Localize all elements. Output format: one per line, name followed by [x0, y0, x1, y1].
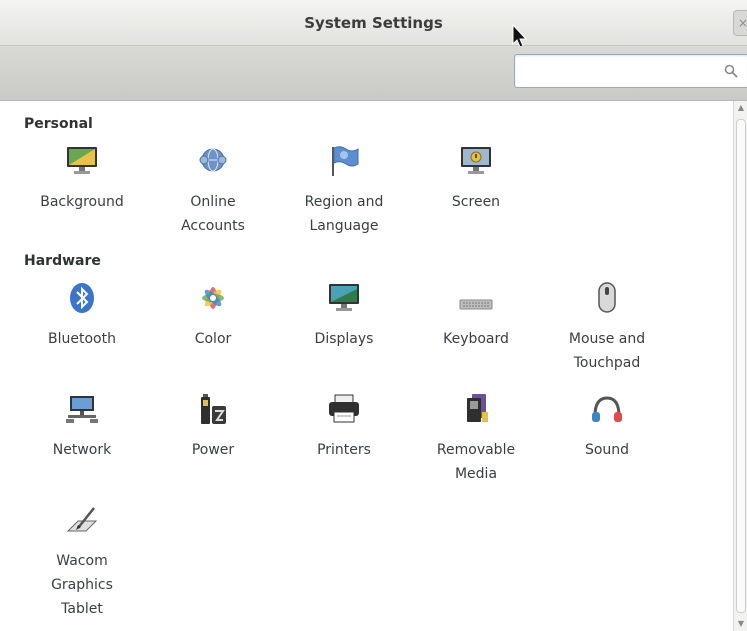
item-label: Displays — [314, 331, 374, 347]
settings-item-mouse-touchpad[interactable]: Mouse and Touchpad — [542, 281, 672, 375]
keyboard-icon — [459, 299, 493, 310]
region-language-icon — [332, 146, 359, 176]
close-button[interactable]: × — [733, 10, 747, 36]
sound-icon — [592, 396, 622, 422]
section-title-hardware: Hardware — [24, 253, 101, 269]
settings-item-removable-media[interactable]: Removable Media — [411, 392, 541, 486]
scroll-up-icon[interactable]: ▲ — [736, 103, 746, 113]
item-label: Power — [191, 442, 235, 458]
settings-item-printers[interactable]: Printers — [279, 392, 409, 462]
network-icon — [66, 396, 98, 423]
wacom-tablet-icon — [66, 507, 98, 532]
settings-item-network[interactable]: Network — [17, 392, 147, 462]
settings-item-color[interactable]: Color — [148, 281, 278, 351]
settings-panel: Personal Background Online Accounts Regi… — [0, 101, 733, 631]
scroll-down-icon[interactable]: ▼ — [736, 619, 746, 629]
settings-item-displays[interactable]: Displays — [279, 281, 409, 351]
scroll-thumb[interactable] — [736, 119, 746, 613]
search-input[interactable] — [521, 60, 711, 82]
printer-icon — [329, 394, 359, 423]
online-accounts-icon — [199, 148, 227, 172]
window-title: System Settings — [304, 14, 443, 32]
displays-icon — [329, 284, 359, 311]
background-icon — [67, 147, 97, 174]
item-label: Network — [52, 442, 112, 458]
mouse-icon — [598, 282, 616, 313]
power-icon — [201, 394, 226, 424]
section-title-personal: Personal — [24, 116, 93, 132]
settings-item-region-language[interactable]: Region and Language — [279, 144, 409, 238]
search-icon[interactable] — [724, 64, 738, 78]
color-icon — [202, 287, 224, 309]
settings-item-sound[interactable]: Sound — [542, 392, 672, 462]
item-label: Color — [194, 331, 232, 347]
settings-item-bluetooth[interactable]: Bluetooth — [17, 281, 147, 351]
item-label: Region and Language — [304, 194, 384, 234]
screen-icon — [461, 147, 491, 174]
item-label: Screen — [451, 194, 501, 210]
bluetooth-icon — [70, 283, 94, 313]
settings-item-power[interactable]: Power — [148, 392, 278, 462]
item-label: Sound — [584, 442, 630, 458]
settings-item-background[interactable]: Background — [17, 144, 147, 214]
settings-item-wacom-tablet[interactable]: Wacom Graphics Tablet — [17, 503, 147, 621]
toolbar — [0, 46, 747, 101]
item-label: Removable Media — [436, 442, 516, 482]
settings-item-online-accounts[interactable]: Online Accounts — [148, 144, 278, 238]
removable-media-icon — [467, 394, 488, 422]
title-bar: System Settings × — [0, 0, 747, 46]
item-label: Background — [40, 194, 124, 210]
item-label: Printers — [317, 442, 371, 458]
settings-item-keyboard[interactable]: Keyboard — [411, 281, 541, 351]
settings-item-screen[interactable]: Screen — [411, 144, 541, 214]
item-label: Wacom Graphics Tablet — [51, 553, 113, 617]
item-label: Bluetooth — [48, 331, 116, 347]
item-label: Keyboard — [443, 331, 509, 347]
vertical-scrollbar[interactable]: ▲ ▼ — [733, 101, 747, 631]
search-box[interactable] — [514, 54, 747, 88]
mouse-cursor-icon — [512, 24, 528, 48]
item-label: Online Accounts — [181, 194, 245, 234]
item-label: Mouse and Touchpad — [568, 331, 646, 371]
